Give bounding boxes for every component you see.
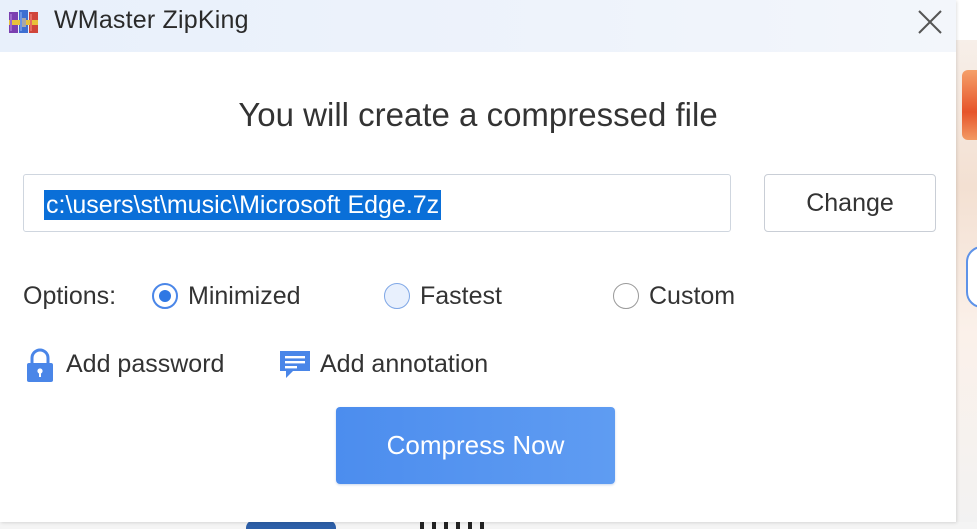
radio-indicator	[613, 283, 639, 309]
dialog-heading: You will create a compressed file	[238, 96, 718, 133]
screen: WMaster ZipKing You will create a compre…	[0, 0, 977, 529]
option-custom-label: Custom	[649, 282, 736, 310]
winrar-books-icon	[8, 8, 40, 34]
output-path-value[interactable]: c:\users\st\music\Microsoft Edge.7z	[44, 190, 442, 220]
close-icon[interactable]	[912, 4, 948, 40]
compress-dialog: WMaster ZipKing You will create a compre…	[0, 0, 956, 522]
background-app-fragment	[962, 70, 977, 140]
background-control-fragment	[966, 246, 977, 308]
radio-checked-indicator	[152, 283, 178, 309]
output-path-field[interactable]: c:\users\st\music\Microsoft Edge.7z	[23, 174, 731, 232]
background-bottom-text-fragment	[420, 521, 490, 529]
option-fastest-label: Fastest	[420, 282, 502, 310]
comment-icon	[279, 348, 311, 387]
options-label: Options:	[23, 282, 117, 310]
radio-indicator	[384, 283, 410, 309]
option-minimized-label: Minimized	[188, 282, 301, 310]
compress-now-button[interactable]: Compress Now	[336, 407, 615, 484]
lock-icon	[25, 348, 55, 389]
add-annotation-label: Add annotation	[320, 350, 489, 378]
window-title: WMaster ZipKing	[54, 6, 249, 34]
title-bar[interactable]: WMaster ZipKing	[0, 0, 956, 52]
add-password-label: Add password	[66, 350, 225, 378]
change-button[interactable]: Change	[764, 174, 936, 232]
